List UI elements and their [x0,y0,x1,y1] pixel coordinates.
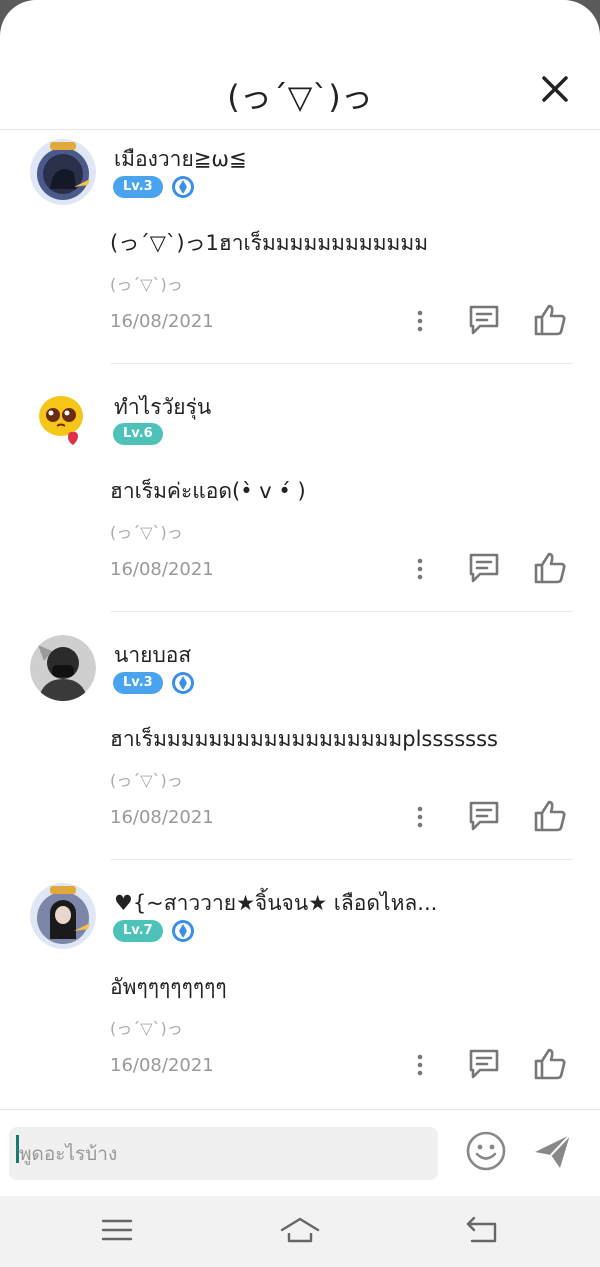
username[interactable]: ♥{~สาววาย★จิ้นจน★ เลือดไหล... [114,887,437,920]
user-badges: Lv.3 [113,671,195,695]
avatar[interactable] [30,883,96,949]
comment-item: นายบอส Lv.3 ฮาเร็มมมมมมมมมมมมมมมมมมplsss… [0,627,600,875]
thumbs-up-icon[interactable] [532,302,568,338]
comment-icon[interactable] [466,1046,502,1082]
comment-icon[interactable] [466,798,502,834]
comment-list: เมืองวาย≧ω≦ Lv.3 (っ´▽`)っ1ฮาเร็มมมมมมมมมม… [0,131,600,1109]
comment-text: ฮาเร็มค่ะแอด(•̀ v •́ ) [110,479,306,503]
comment-icon[interactable] [466,550,502,586]
avatar[interactable] [30,387,96,453]
comment-date: 16/08/2021 [110,311,214,332]
comment-subtext: (っ´▽`)っ [110,771,183,790]
comment-subtext: (っ´▽`)っ [110,1019,183,1038]
comment-subtext: (っ´▽`)っ [110,523,183,542]
thumbs-up-icon[interactable] [532,798,568,834]
system-navigation-bar [0,1196,600,1267]
comment-date: 16/08/2021 [110,1055,214,1076]
avatar[interactable] [30,139,96,205]
more-vertical-icon[interactable] [410,306,430,336]
comment-sheet: (っ´▽`)っ เมืองวาย≧ω≦ Lv.3 (っ´▽`)っ1ฮาเร็มม… [0,0,600,1196]
sheet-header: (っ´▽`)っ [0,0,600,130]
text-cursor [16,1135,19,1163]
comment-text: (っ´▽`)っ1ฮาเร็มมมมมมมมมมมม [110,231,429,255]
comment-text: อัพๆๆๆๆๆๆๆๆ [110,975,227,999]
comment-input[interactable] [9,1127,438,1180]
menu-icon[interactable] [97,1212,137,1248]
comment-subtext: (っ´▽`)っ [110,275,183,294]
level-badge: Lv.3 [113,176,163,198]
comment-item: ♥{~สาววาย★จิ้นจน★ เลือดไหล... Lv.7 อัพๆๆ… [0,875,600,1109]
send-icon[interactable] [532,1130,574,1172]
user-badges: Lv.7 [113,919,195,943]
comment-input-bar [0,1109,600,1196]
comment-date: 16/08/2021 [110,807,214,828]
level-badge: Lv.3 [113,672,163,694]
home-icon[interactable] [280,1212,320,1248]
username[interactable]: ทำไรวัยรุ่น [114,391,211,424]
thumbs-up-icon[interactable] [532,550,568,586]
level-badge: Lv.7 [113,920,163,942]
divider [110,611,573,612]
back-icon[interactable] [462,1212,502,1248]
close-icon[interactable] [536,70,574,108]
more-vertical-icon[interactable] [410,554,430,584]
username[interactable]: นายบอส [114,639,191,672]
comment-date: 16/08/2021 [110,559,214,580]
avatar[interactable] [30,635,96,701]
level-badge: Lv.6 [113,423,163,445]
diamond-badge-icon [171,176,194,198]
comment-icon[interactable] [466,302,502,338]
thumbs-up-icon[interactable] [532,1046,568,1082]
username[interactable]: เมืองวาย≧ω≦ [114,143,247,176]
divider [110,859,573,860]
comment-item: เมืองวาย≧ω≦ Lv.3 (っ´▽`)っ1ฮาเร็มมมมมมมมมม… [0,131,600,379]
user-badges: Lv.3 [113,175,195,199]
comment-item: ทำไรวัยรุ่น Lv.6 ฮาเร็มค่ะแอด(•̀ v •́ ) … [0,379,600,627]
divider [110,363,573,364]
smiley-icon[interactable] [465,1130,507,1172]
page-title: (っ´▽`)っ [227,78,373,116]
diamond-badge-icon [171,672,194,694]
diamond-badge-icon [171,920,194,942]
comment-text: ฮาเร็มมมมมมมมมมมมมมมมมมplsssssss [110,727,498,751]
user-badges: Lv.6 [113,423,163,445]
more-vertical-icon[interactable] [410,802,430,832]
more-vertical-icon[interactable] [410,1050,430,1080]
